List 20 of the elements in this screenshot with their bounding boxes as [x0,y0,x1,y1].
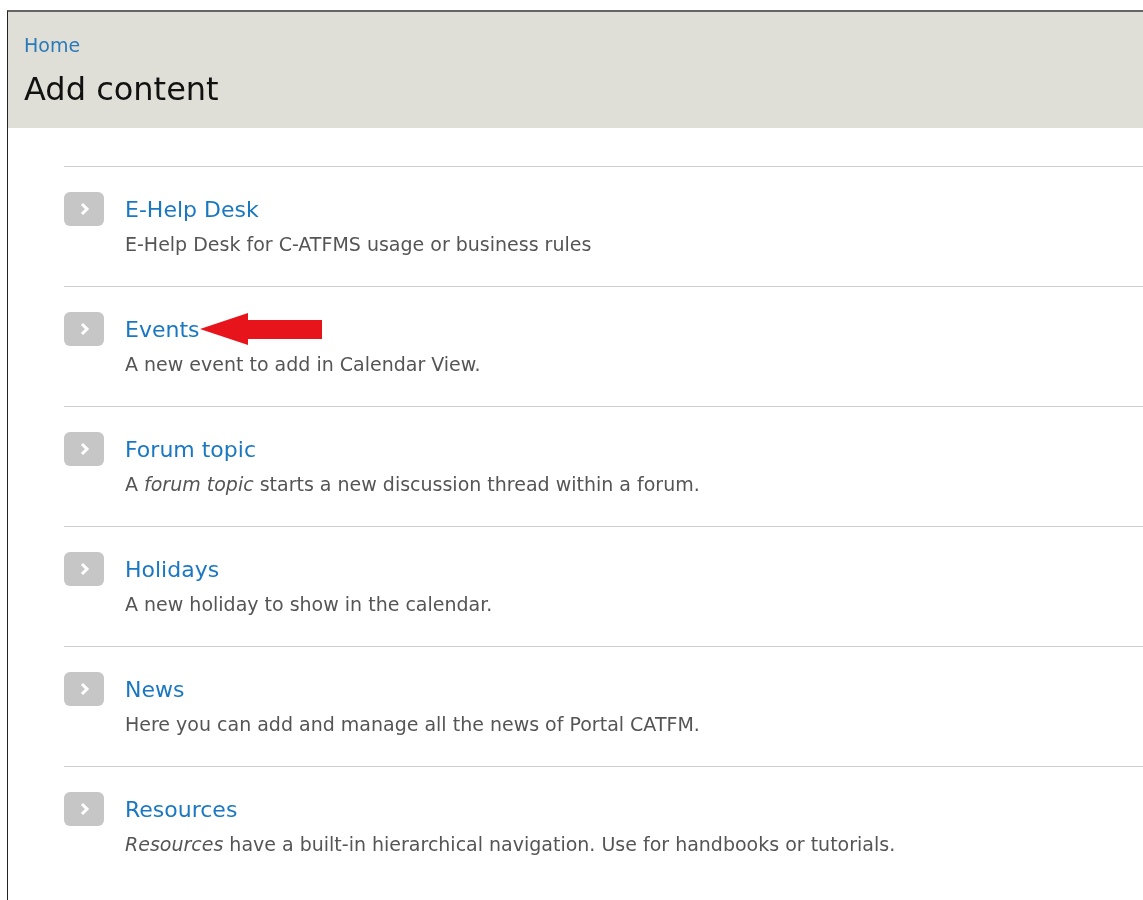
chevron-icon [64,432,104,466]
content-type-link[interactable]: E-Help Desk [125,196,259,222]
breadcrumb-link[interactable]: Home [24,34,81,56]
content-type-link[interactable]: Holidays [125,556,220,582]
content-type-link[interactable]: News [125,676,185,702]
page-title: Add content [24,70,220,108]
chevron-icon [64,552,104,586]
content-type-link[interactable]: Resources [125,796,238,822]
content-type-description: Here you can add and manage all the news of Portal CATFM. [125,713,700,735]
chevron-icon [64,672,104,706]
content-type-description: A new holiday to show in the calendar. [125,593,493,615]
content-type-description: E-Help Desk for C-ATFMS usage or business rules [125,233,592,255]
content-type-description: Resources have a built-in hierarchical navigation. Use for handbooks or tutorials. [125,833,896,855]
chevron-icon [64,192,104,226]
chevron-icon [64,312,104,346]
content-type-link[interactable]: Events [125,316,200,342]
content-type-description: A new event to add in Calendar View. [125,353,481,375]
content-type-description: A forum topic starts a new discussion thread within a forum. [125,473,700,495]
content-type-link[interactable]: Forum topic [125,436,256,462]
chevron-icon [64,792,104,826]
